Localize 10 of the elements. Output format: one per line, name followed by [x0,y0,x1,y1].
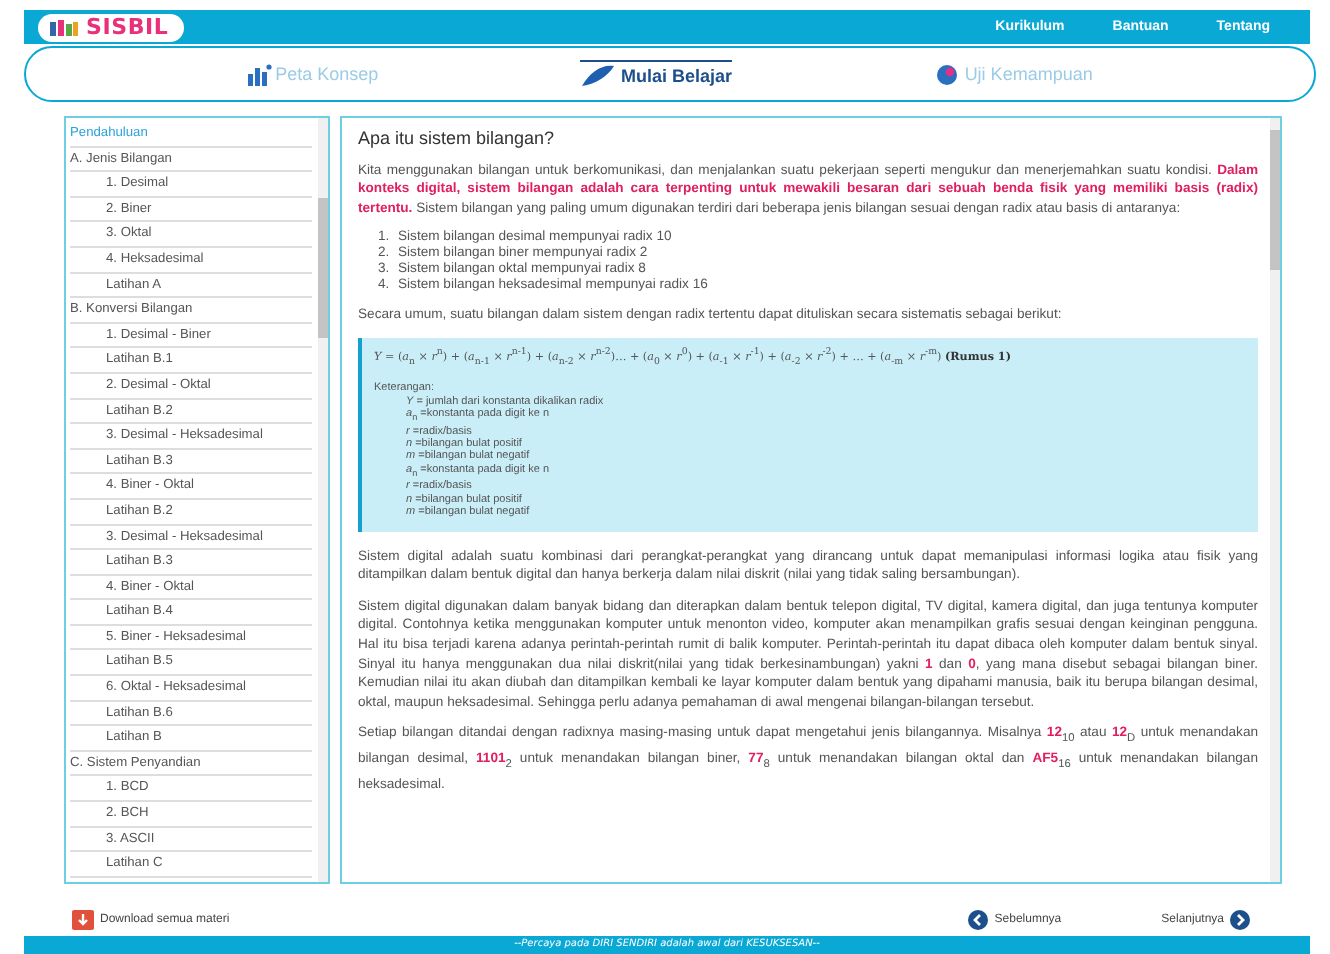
feather-icon [580,64,617,88]
logo[interactable]: SISBIL [38,13,185,41]
tab[interactable]: Mulai Belajar [580,60,733,88]
content-title: Apa itu sistem bilangan? [358,130,557,150]
logo-text: SISBIL [86,14,169,40]
bar-chart-icon [247,63,272,85]
scrollbar[interactable] [1270,118,1280,882]
scrollbar[interactable] [318,118,328,882]
books-icon [48,17,80,37]
download-icon [72,910,94,930]
